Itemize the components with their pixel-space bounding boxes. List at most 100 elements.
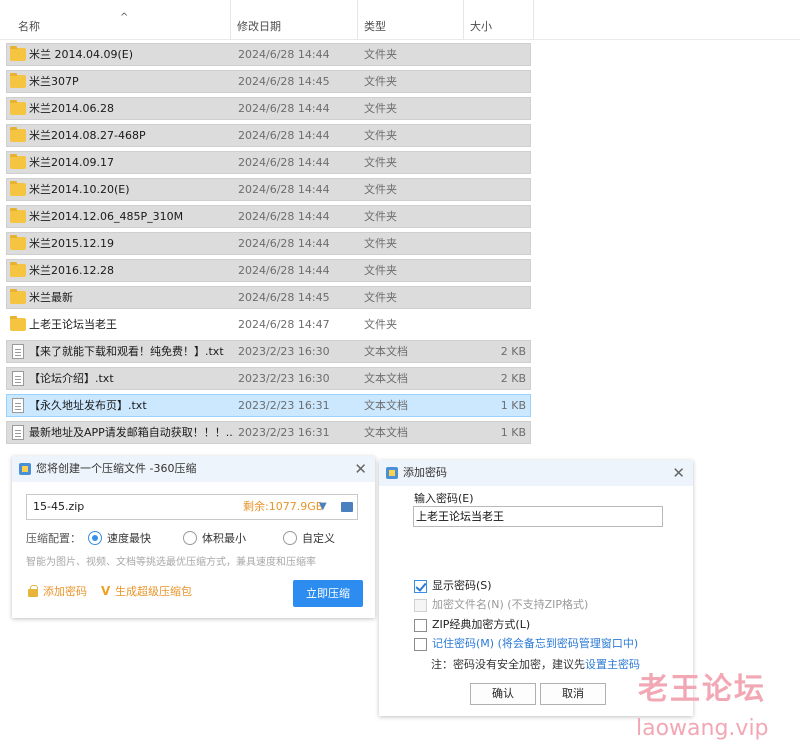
file-row[interactable]: 最新地址及APP请发邮箱自动获取！！！.... 2023/2/23 16:31 文本… <box>6 421 531 444</box>
super-pack-link[interactable]: 生成超级压缩包 <box>115 584 192 600</box>
file-row[interactable]: 米兰2014.06.28 2024/6/28 14:44 文件夹 <box>6 97 531 120</box>
file-row[interactable]: 米兰2014.09.17 2024/6/28 14:44 文件夹 <box>6 151 531 174</box>
show-password-label[interactable]: 显示密码(S) <box>432 578 492 594</box>
file-date: 2024/6/28 14:44 <box>238 237 330 250</box>
file-row-selected[interactable]: 【永久地址发布页】.txt 2023/2/23 16:31 文本文档 1 KB <box>6 394 531 417</box>
file-name: 上老王论坛当老王 <box>29 318 117 331</box>
file-type: 文件夹 <box>364 129 397 142</box>
file-type: 文件夹 <box>364 75 397 88</box>
file-name: 最新地址及APP请发邮箱自动获取！！！.... <box>29 426 234 439</box>
file-row[interactable]: 上老王论坛当老王 2024/6/28 14:47 文件夹 <box>6 313 531 336</box>
password-dialog-titlebar: 添加密码 ✕ <box>379 460 693 486</box>
file-date: 2024/6/28 14:47 <box>238 318 330 331</box>
text-file-icon <box>12 398 24 413</box>
file-date: 2024/6/28 14:44 <box>238 210 330 223</box>
remember-password-label[interactable]: 记住密码(M) (将会备忘到密码管理窗口中) <box>432 636 638 652</box>
file-type: 文件夹 <box>364 183 397 196</box>
zip-classic-label[interactable]: ZIP经典加密方式(L) <box>432 617 530 633</box>
file-type: 文件夹 <box>364 48 397 61</box>
folder-icon <box>10 127 26 142</box>
file-list: 米兰 2014.04.09(E) 2024/6/28 14:44 文件夹 米兰307… <box>6 43 531 448</box>
archive-filename: 15-45.zip <box>33 500 85 513</box>
close-icon[interactable]: ✕ <box>672 463 685 483</box>
cancel-button[interactable]: 取消 <box>540 683 606 705</box>
radio-custom-label[interactable]: 自定义 <box>302 530 335 548</box>
column-type[interactable]: 类型 <box>358 14 464 40</box>
file-date: 2024/6/28 14:45 <box>238 75 330 88</box>
file-row[interactable]: 【论坛介绍】.txt 2023/2/23 16:30 文本文档 2 KB <box>6 367 531 390</box>
password-input[interactable]: 上老王论坛当老王 <box>413 506 663 527</box>
password-input-label: 输入密码(E) <box>414 492 474 505</box>
browse-folder-icon[interactable] <box>341 502 353 512</box>
file-date: 2024/6/28 14:44 <box>238 183 330 196</box>
folder-icon <box>10 154 26 169</box>
file-row[interactable]: 米兰2016.12.28 2024/6/28 14:44 文件夹 <box>6 259 531 282</box>
close-icon[interactable]: ✕ <box>354 459 367 479</box>
file-row[interactable]: 米兰2014.08.27-468P 2024/6/28 14:44 文件夹 <box>6 124 531 147</box>
folder-icon <box>10 46 26 61</box>
column-size[interactable]: 大小 <box>464 14 534 40</box>
file-name: 米兰 2014.04.09(E) <box>29 48 134 61</box>
file-date: 2024/6/28 14:45 <box>238 291 330 304</box>
file-row[interactable]: 米兰2014.10.20(E) 2024/6/28 14:44 文件夹 <box>6 178 531 201</box>
top-strip-segment <box>358 0 464 14</box>
remember-password-checkbox[interactable] <box>414 638 427 651</box>
column-name[interactable]: 名称 <box>0 14 231 40</box>
lock-icon <box>28 585 38 597</box>
360zip-app-icon <box>386 467 398 479</box>
file-name: 米兰2015.12.19 <box>29 237 114 250</box>
file-name: 【永久地址发布页】.txt <box>29 399 147 412</box>
zip-classic-checkbox[interactable] <box>414 619 427 632</box>
file-name: 【论坛介绍】.txt <box>29 372 114 385</box>
radio-smallest[interactable] <box>183 531 197 545</box>
file-type: 文本文档 <box>364 399 408 412</box>
file-row[interactable]: 米兰307P 2024/6/28 14:45 文件夹 <box>6 70 531 93</box>
file-row[interactable]: 米兰最新 2024/6/28 14:45 文件夹 <box>6 286 531 309</box>
add-password-link[interactable]: 添加密码 <box>43 584 87 600</box>
archive-path-input[interactable]: 15-45.zip 剩余:1077.9GB ▼ <box>26 494 358 520</box>
file-size: 1 KB <box>500 399 526 412</box>
file-type: 文本文档 <box>364 372 408 385</box>
password-dialog-title: 添加密码 <box>403 466 447 479</box>
file-row[interactable]: 米兰 2014.04.09(E) 2024/6/28 14:44 文件夹 <box>6 43 531 66</box>
folder-icon <box>10 208 26 223</box>
security-note: 注：密码没有安全加密，建议先设置主密码 <box>431 657 640 673</box>
top-strip-segment <box>231 0 358 14</box>
file-row[interactable]: 米兰2014.12.06_485P_310M 2024/6/28 14:44 文件夹 <box>6 205 531 228</box>
file-name: 米兰2014.06.28 <box>29 102 114 115</box>
column-date-label: 修改日期 <box>237 20 281 33</box>
radio-custom[interactable] <box>283 531 297 545</box>
top-strip-segment <box>464 0 534 14</box>
file-name: 米兰307P <box>29 75 79 88</box>
radio-fastest-label[interactable]: 速度最快 <box>107 530 151 548</box>
column-date[interactable]: 修改日期 <box>231 14 358 40</box>
file-row[interactable]: 米兰2015.12.19 2024/6/28 14:44 文件夹 <box>6 232 531 255</box>
text-file-icon <box>12 425 24 440</box>
file-date: 2023/2/23 16:30 <box>238 345 330 358</box>
radio-smallest-label[interactable]: 体积最小 <box>202 530 246 548</box>
column-name-label: 名称 <box>18 20 40 33</box>
compress-now-button[interactable]: 立即压缩 <box>293 580 363 607</box>
radio-fastest[interactable] <box>88 531 102 545</box>
file-date: 2024/6/28 14:44 <box>238 156 330 169</box>
encrypt-filenames-checkbox <box>414 599 427 612</box>
file-row[interactable]: 【来了就能下载和观看！纯免费！】.txt 2023/2/23 16:30 文本文档 2… <box>6 340 531 363</box>
file-size: 1 KB <box>500 426 526 439</box>
file-type: 文件夹 <box>364 156 397 169</box>
file-size: 2 KB <box>500 372 526 385</box>
file-date: 2024/6/28 14:44 <box>238 48 330 61</box>
chevron-down-icon[interactable]: ▼ <box>319 495 327 519</box>
sort-ascending-icon: ^ <box>120 12 129 23</box>
encrypt-filenames-label: 加密文件名(N) (不支持ZIP格式) <box>432 598 589 611</box>
show-password-checkbox[interactable] <box>414 580 427 593</box>
file-name: 米兰2014.08.27-468P <box>29 129 146 142</box>
file-type: 文件夹 <box>364 318 397 331</box>
file-date: 2023/2/23 16:31 <box>238 399 330 412</box>
confirm-button[interactable]: 确认 <box>470 683 536 705</box>
text-file-icon <box>12 371 24 386</box>
file-name: 米兰2014.10.20(E) <box>29 183 130 196</box>
file-date: 2024/6/28 14:44 <box>238 102 330 115</box>
set-master-password-link[interactable]: 设置主密码 <box>585 658 640 671</box>
compress-config-label: 压缩配置： <box>26 532 81 545</box>
folder-icon <box>10 235 26 250</box>
